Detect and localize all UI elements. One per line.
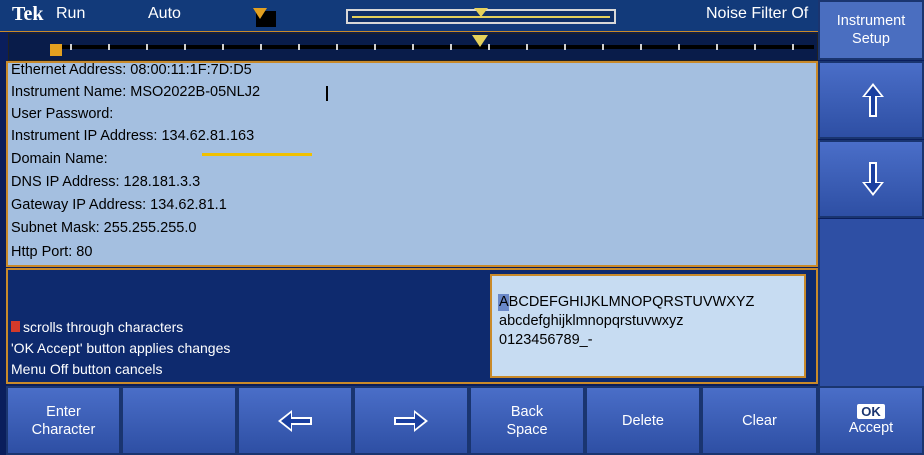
ruler-tick bbox=[488, 44, 490, 50]
ruler-tick bbox=[336, 44, 338, 50]
ruler-tick bbox=[184, 44, 186, 50]
dns-ip-field[interactable]: DNS IP Address: 128.181.3.3 bbox=[11, 174, 200, 190]
trigger-point-icon bbox=[50, 44, 62, 56]
ruler-tick bbox=[792, 44, 794, 50]
scroll-down-button[interactable] bbox=[818, 140, 924, 218]
ethernet-address: Ethernet Address: 08:00:11:1F:7D:D5 bbox=[11, 62, 252, 78]
brand-logo: Tek bbox=[12, 3, 44, 25]
scroll-up-button[interactable] bbox=[818, 61, 924, 139]
enter-character-button[interactable]: Enter Character bbox=[6, 386, 121, 455]
selected-field-underline bbox=[202, 153, 312, 156]
ruler-tick bbox=[754, 44, 756, 50]
back-space-label: Back Space bbox=[506, 403, 548, 438]
ruler-tick bbox=[678, 44, 680, 50]
ok-key-label: OK bbox=[857, 404, 885, 419]
lowercase-characters[interactable]: abcdefghijklmnopqrstuvwxyz bbox=[499, 313, 684, 329]
enter-character-label: Enter Character bbox=[31, 403, 96, 438]
ruler-tick bbox=[108, 44, 110, 50]
user-password-field[interactable]: User Password: bbox=[11, 106, 113, 122]
uppercase-characters[interactable]: ABCDEFGHIJKLMNOPQRSTUVWXYZ bbox=[499, 294, 754, 310]
ruler-tick bbox=[412, 44, 414, 50]
digit-characters[interactable]: 0123456789_- bbox=[499, 332, 593, 348]
delete-label: Delete bbox=[622, 412, 664, 429]
side-menu-title: Instrument Setup bbox=[818, 0, 924, 60]
domain-name-field[interactable]: Domain Name: bbox=[11, 151, 108, 167]
instrument-name-field[interactable]: Instrument Name: MSO2022B-05NLJ2 bbox=[11, 84, 260, 100]
expansion-point-icon bbox=[472, 35, 488, 47]
ruler-tick bbox=[260, 44, 262, 50]
delete-button[interactable]: Delete bbox=[585, 386, 701, 455]
ruler-tick bbox=[70, 44, 72, 50]
multipurpose-knob-a-icon bbox=[11, 321, 20, 332]
run-status: Run bbox=[56, 5, 86, 22]
ruler-tick bbox=[640, 44, 642, 50]
clear-label: Clear bbox=[742, 412, 777, 429]
text-cursor bbox=[326, 86, 328, 101]
back-space-button[interactable]: Back Space bbox=[469, 386, 585, 455]
arrow-up-icon bbox=[862, 83, 884, 117]
instrument-ip-field[interactable]: Instrument IP Address: 134.62.81.163 bbox=[11, 128, 254, 144]
gateway-ip-field[interactable]: Gateway IP Address: 134.62.81.1 bbox=[11, 197, 227, 213]
cursor-right-button[interactable] bbox=[353, 386, 469, 455]
trigger-mode: Auto bbox=[148, 5, 181, 22]
subnet-mask-field[interactable]: Subnet Mask: 255.255.255.0 bbox=[11, 220, 196, 236]
blank-bottom-button[interactable] bbox=[121, 386, 237, 455]
arrow-left-icon bbox=[278, 409, 312, 432]
http-port-field[interactable]: Http Port: 80 bbox=[11, 244, 92, 260]
ok-accept-button[interactable]: OK Accept bbox=[818, 386, 924, 455]
side-menu-empty bbox=[818, 219, 924, 386]
ruler-tick bbox=[222, 44, 224, 50]
ruler-tick bbox=[146, 44, 148, 50]
ruler-line bbox=[56, 45, 814, 49]
help-cancel: Menu Off button cancels bbox=[11, 361, 163, 377]
help-scroll: scrolls through characters bbox=[23, 319, 184, 335]
cursor-left-button[interactable] bbox=[237, 386, 353, 455]
ruler-tick bbox=[564, 44, 566, 50]
arrow-down-icon bbox=[862, 162, 884, 196]
accept-label: Accept bbox=[848, 420, 894, 436]
trigger-marker-icon bbox=[253, 8, 267, 19]
clear-button[interactable]: Clear bbox=[701, 386, 818, 455]
noise-filter-status: Noise Filter Of bbox=[706, 5, 809, 22]
record-view-marker-icon bbox=[474, 8, 488, 17]
ruler-tick bbox=[450, 44, 452, 50]
ruler-tick bbox=[526, 44, 528, 50]
ruler-tick bbox=[298, 44, 300, 50]
help-accept: 'OK Accept' button applies changes bbox=[11, 340, 231, 356]
ruler-tick bbox=[716, 44, 718, 50]
arrow-right-icon bbox=[394, 409, 428, 432]
ruler-tick bbox=[374, 44, 376, 50]
ruler-tick bbox=[602, 44, 604, 50]
